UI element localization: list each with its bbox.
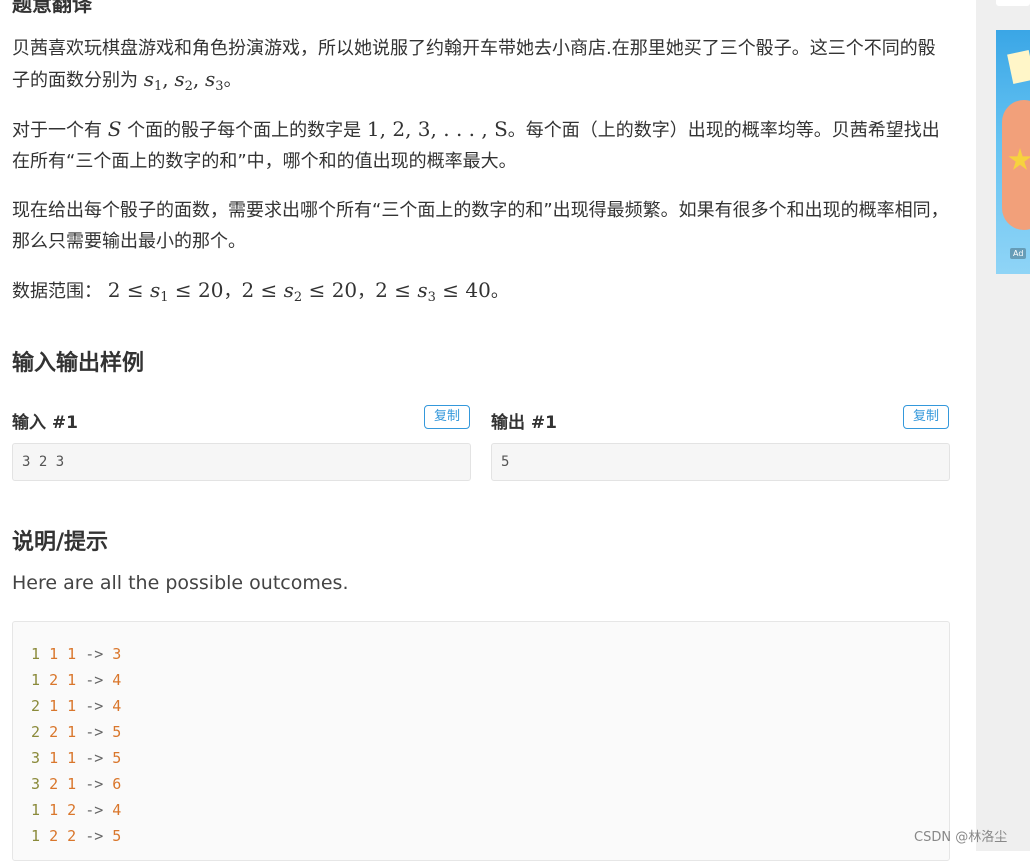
ad-tag: Ad	[1010, 248, 1027, 259]
code-line: 1 1 2 -> 4	[31, 801, 122, 819]
math-s3: s3	[205, 67, 224, 94]
copy-output-button[interactable]: 复制	[903, 405, 949, 429]
hints-intro: Here are all the possible outcomes.	[12, 572, 349, 594]
p2-b: 个面的骰子每个面上的数字是	[127, 120, 362, 141]
paragraph-dice-intro: 贝茜喜欢玩棋盘游戏和角色扮演游戏，所以她说服了约翰开车带她去小商店.在那里她买了…	[12, 33, 952, 102]
code-line: 2 1 1 -> 4	[31, 697, 122, 715]
translation-heading: 题意翻译	[12, 0, 92, 16]
code-line: 1 1 1 -> 3	[31, 645, 122, 663]
math-comma: ,	[192, 67, 200, 91]
code-line: 1 2 2 -> 5	[31, 827, 122, 845]
math-s2: s2	[174, 67, 193, 94]
constraint-s2: 2 ≤ s2 ≤ 20	[241, 278, 358, 305]
p1-end: 。	[223, 70, 242, 91]
constraints-label: 数据范围：	[12, 281, 102, 302]
io-heading: 输入输出样例	[12, 351, 145, 376]
math-S: S	[107, 117, 122, 141]
p4-end: 。	[490, 281, 509, 302]
math-s1: s1	[143, 67, 163, 94]
sample-input-box[interactable]: 3 2 3	[12, 443, 471, 481]
csdn-watermark: CSDN @林洛尘	[914, 830, 1008, 845]
output-label: 输出 #1	[491, 413, 557, 433]
ad-graphic	[1007, 50, 1030, 84]
hints-heading: 说明/提示	[12, 530, 109, 555]
sidebar-card-edge	[996, 0, 1030, 6]
copy-input-button[interactable]: 复制	[424, 405, 470, 429]
paragraph-constraints: 数据范围： 2 ≤ s1 ≤ 20，2 ≤ s2 ≤ 20，2 ≤ s3 ≤ 4…	[12, 278, 509, 305]
input-label: 输入 #1	[12, 413, 78, 433]
sample-output-box[interactable]: 5	[491, 443, 950, 481]
p2-a: 对于一个有	[12, 120, 102, 141]
code-line: 2 2 1 -> 5	[31, 723, 122, 741]
math-comma: ,	[162, 67, 169, 91]
outcomes-code-block: 1 1 1 -> 3 1 2 1 -> 4 2 1 1 -> 4 2 2 1 -…	[12, 621, 950, 861]
math-sequence: 1, 2, 3, . . . , S	[366, 117, 508, 141]
constraint-s1: 2 ≤ s1 ≤ 20	[107, 278, 224, 305]
code-line: 3 1 1 -> 5	[31, 749, 122, 767]
code-line: 1 2 1 -> 4	[31, 671, 122, 689]
problem-content: 题意翻译 贝茜喜欢玩棋盘游戏和角色扮演游戏，所以她说服了约翰开车带她去小商店.在…	[0, 0, 976, 861]
paragraph-task: 现在给出每个骰子的面数，需要求出哪个所有“三个面上的数字的和”出现得最频繁。如果…	[12, 200, 949, 252]
paragraph-faces: 对于一个有 S 个面的骰子每个面上的数字是 1, 2, 3, . . . , S…	[12, 114, 952, 177]
code-line: 3 2 1 -> 6	[31, 775, 122, 793]
constraint-s3: 2 ≤ s3 ≤ 40	[375, 278, 491, 305]
advertisement-banner[interactable]: Ad	[996, 30, 1030, 274]
